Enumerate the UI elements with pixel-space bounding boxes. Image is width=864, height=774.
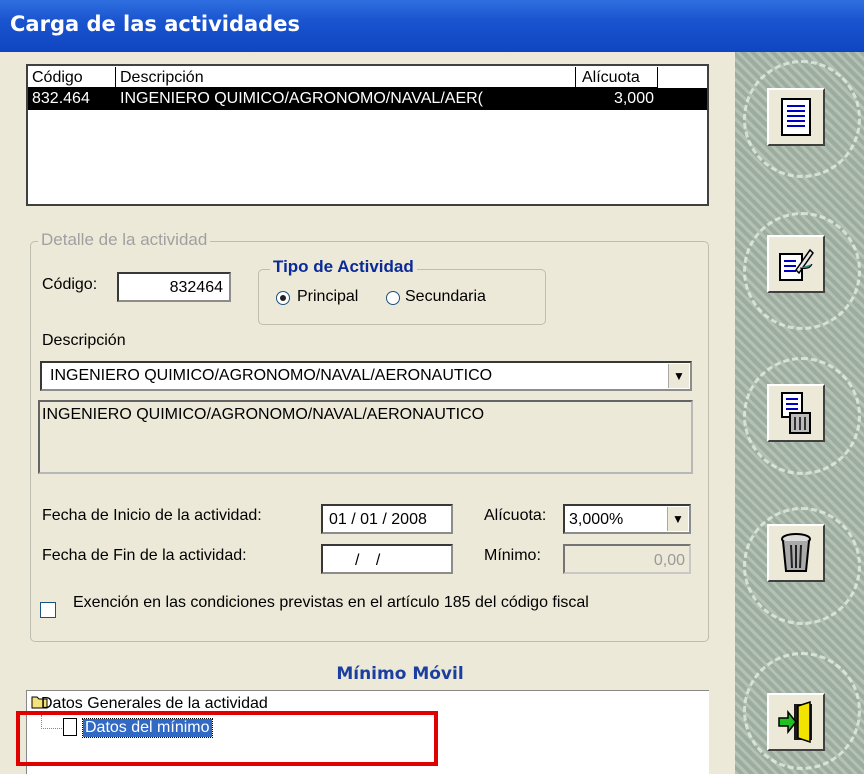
row-rate: 3,000 [613, 90, 654, 107]
descripcion-select[interactable]: INGENIERO QUIMICO/AGRONOMO/NAVAL/AERONAU… [40, 361, 692, 391]
list-header: Código Descripción Alícuota [28, 66, 707, 88]
detail-legend: Detalle de la actividad [38, 230, 211, 250]
activity-list[interactable]: Código Descripción Alícuota 832.464 INGE… [26, 64, 709, 206]
trash-button[interactable] [767, 524, 825, 582]
fecha-fin-input[interactable]: / / [321, 544, 453, 574]
principal-label[interactable]: Principal [297, 288, 358, 306]
alicuota-selected: 3,000% [569, 511, 624, 528]
delete-record-button[interactable] [767, 384, 825, 442]
chevron-down-icon[interactable]: ▼ [667, 507, 688, 531]
radio-principal[interactable] [276, 291, 290, 305]
minimo-label: Mínimo: [484, 547, 541, 564]
descripcion-label: Descripción [42, 332, 126, 349]
fecha-fin-value: / / [355, 552, 381, 569]
descripcion-selected: INGENIERO QUIMICO/AGRONOMO/NAVAL/AERONAU… [50, 367, 493, 384]
radio-secundaria[interactable] [386, 291, 400, 305]
window-title: Carga de las actividades [10, 12, 300, 36]
codigo-value: 832464 [169, 279, 223, 296]
fecha-inicio-label: Fecha de Inicio de la actividad: [42, 507, 262, 524]
exencion-label[interactable]: Exención en las condiciones previstas en… [73, 593, 673, 613]
column-header-descripcion[interactable]: Descripción [116, 66, 576, 88]
alicuota-label: Alícuota: [484, 507, 547, 524]
fecha-fin-label: Fecha de Fin de la actividad: [42, 547, 247, 564]
minimo-input[interactable]: 0,00 [563, 544, 691, 574]
tipo-actividad-legend: Tipo de Actividad [270, 257, 417, 277]
title-bar: Carga de las actividades [0, 0, 864, 52]
delete-document-icon [781, 392, 811, 434]
column-header-alicuota[interactable]: Alícuota [576, 66, 658, 88]
exencion-checkbox[interactable] [40, 602, 56, 618]
minimo-movil-title: Mínimo Móvil [336, 664, 464, 684]
trash-icon [781, 533, 811, 572]
row-code: 832.464 [32, 90, 90, 107]
column-header-codigo[interactable]: Código [28, 66, 116, 88]
fecha-inicio-value: 01 / 01 / 2008 [329, 511, 427, 528]
document-list-icon [781, 98, 811, 136]
codigo-input[interactable]: 832464 [117, 272, 231, 302]
alicuota-select[interactable]: 3,000% ▼ [563, 504, 691, 534]
exit-button[interactable] [767, 693, 825, 751]
descripcion-textarea[interactable]: INGENIERO QUIMICO/AGRONOMO/NAVAL/AERONAU… [38, 400, 693, 474]
edit-button[interactable] [767, 235, 825, 293]
fecha-inicio-input[interactable]: 01 / 01 / 2008 [321, 504, 453, 534]
edit-document-icon [779, 248, 814, 281]
minimo-value: 0,00 [653, 552, 685, 569]
exit-door-icon [778, 700, 812, 744]
descripcion-text: INGENIERO QUIMICO/AGRONOMO/NAVAL/AERONAU… [42, 406, 485, 423]
list-document-button[interactable] [767, 88, 825, 146]
highlight-box [16, 711, 438, 766]
row-description: INGENIERO QUIMICO/AGRONOMO/NAVAL/AER( [120, 90, 483, 107]
codigo-label: Código: [42, 276, 98, 293]
secundaria-label[interactable]: Secundaria [405, 288, 486, 306]
list-row[interactable]: 832.464 INGENIERO QUIMICO/AGRONOMO/NAVAL… [28, 88, 707, 110]
chevron-down-icon[interactable]: ▼ [668, 364, 689, 388]
